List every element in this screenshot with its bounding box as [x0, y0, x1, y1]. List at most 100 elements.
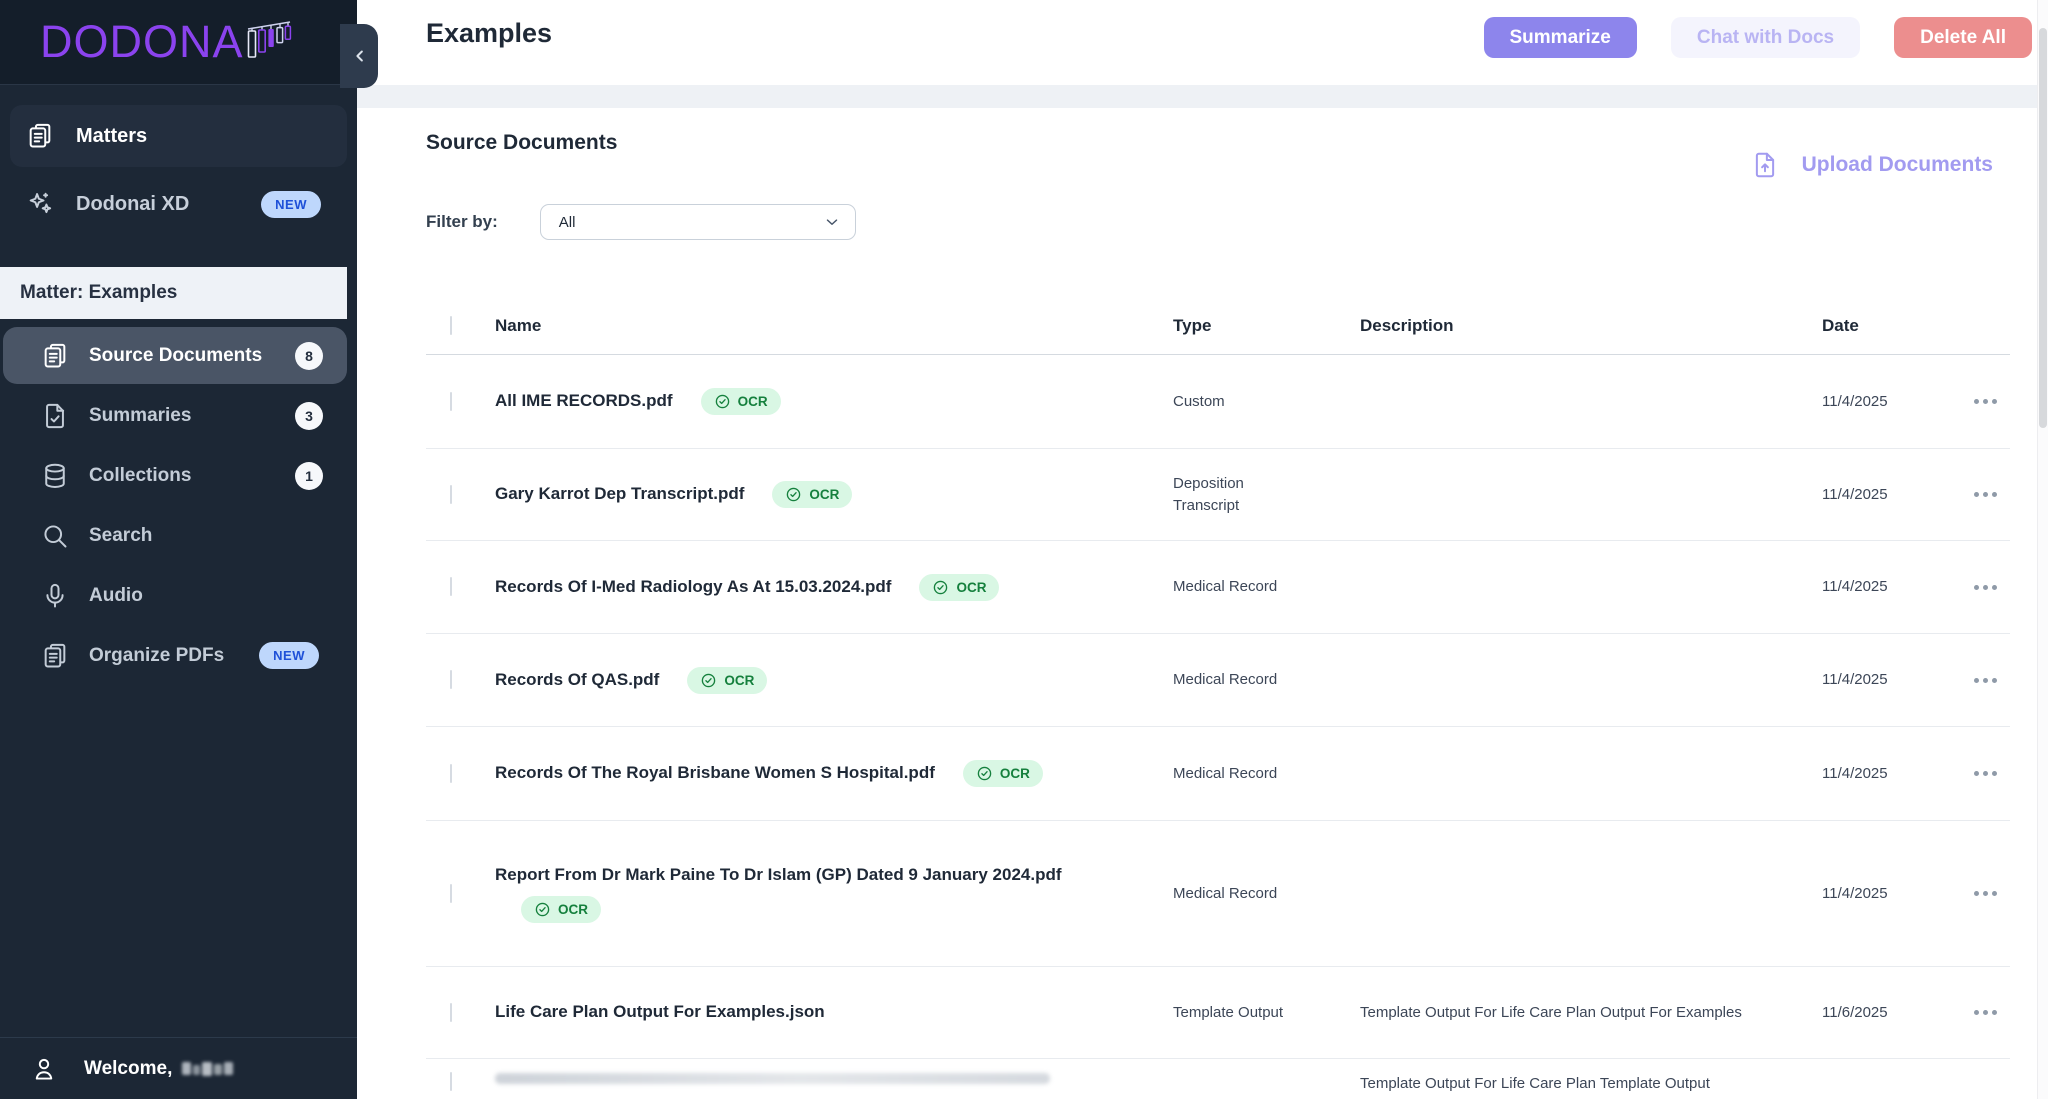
- count-badge: 1: [295, 462, 323, 490]
- scrollbar-thumb[interactable]: [2039, 28, 2047, 428]
- table-row: Report From Dr Mark Paine To Dr Islam (G…: [426, 821, 2010, 967]
- document-name[interactable]: All IME RECORDS.pdf: [495, 390, 673, 413]
- ocr-badge: OCR: [772, 481, 852, 508]
- ocr-badge-label: OCR: [1000, 766, 1030, 781]
- logo-text: DODONA: [40, 16, 244, 68]
- count-badge: 3: [295, 402, 323, 430]
- table-row: Records Of QAS.pdfOCRMedical Record11/4/…: [426, 634, 2010, 727]
- sidebar-item-organize-pdfs[interactable]: Organize PDFsNEW: [3, 627, 347, 684]
- welcome-row[interactable]: Welcome,: [0, 1037, 357, 1099]
- check-circle-icon: [534, 901, 551, 918]
- ocr-badge: OCR: [963, 760, 1043, 787]
- page-title: Examples: [426, 18, 552, 49]
- clipboard-icon: [41, 642, 69, 670]
- document-date: 11/4/2025: [1822, 484, 1962, 506]
- section-title: Source Documents: [426, 131, 617, 155]
- row-checkbox[interactable]: [450, 884, 452, 903]
- logo[interactable]: DODONA: [0, 0, 357, 85]
- select-all-checkbox[interactable]: [450, 316, 452, 335]
- document-name[interactable]: Gary Karrot Dep Transcript.pdf: [495, 483, 744, 506]
- delete-all-button[interactable]: Delete All: [1894, 17, 2032, 58]
- column-header-type: Type: [1173, 316, 1360, 336]
- column-header-name: Name: [482, 316, 1173, 336]
- sidebar-item-dodonai-xd[interactable]: Dodonai XD NEW: [10, 175, 347, 233]
- row-menu-button[interactable]: [1962, 678, 2010, 683]
- upload-documents-label: Upload Documents: [1802, 153, 1993, 177]
- document-type: Medical Record: [1173, 883, 1360, 905]
- document-type: Template Output: [1173, 1002, 1360, 1024]
- check-circle-icon: [700, 672, 717, 689]
- clipboard-icon: [41, 342, 69, 370]
- sidebar-item-label: Dodonai XD: [76, 193, 189, 216]
- document-date: 11/6/2025: [1822, 1002, 1962, 1024]
- sidebar: DODONA MattersDodonai XDNEW Matter: Exam…: [0, 0, 357, 1099]
- sidebar-item-collections[interactable]: Collections 1: [3, 447, 347, 504]
- document-name[interactable]: Records Of QAS.pdf: [495, 669, 659, 692]
- source-documents-table: Name Type Description Date All IME RECOR…: [426, 298, 2010, 1099]
- ocr-badge: OCR: [701, 388, 781, 415]
- new-badge: NEW: [261, 191, 321, 218]
- check-circle-icon: [932, 579, 949, 596]
- ocr-badge: OCR: [919, 574, 999, 601]
- check-circle-icon: [714, 393, 731, 410]
- document-name[interactable]: Report From Dr Mark Paine To Dr Islam (G…: [495, 864, 1062, 887]
- database-icon: [41, 462, 69, 490]
- table-header-row: Name Type Description Date: [426, 298, 2010, 355]
- row-menu-button[interactable]: [1962, 891, 2010, 896]
- document-name[interactable]: Records Of The Royal Brisbane Women S Ho…: [495, 762, 935, 785]
- document-name[interactable]: Life Care Plan Output For Examples.json: [495, 1001, 825, 1024]
- sidebar-item-label: Collections: [89, 465, 191, 487]
- user-icon: [30, 1055, 58, 1083]
- count-badge: 8: [295, 342, 323, 370]
- sparkles-icon: [26, 190, 54, 218]
- check-circle-icon: [785, 486, 802, 503]
- file-upload-icon: [1750, 150, 1780, 180]
- document-name[interactable]: Records Of I-Med Radiology As At 15.03.2…: [495, 576, 891, 599]
- table-row: Template Output For Life Care Plan Templ…: [426, 1059, 2010, 1099]
- upload-documents-link[interactable]: Upload Documents: [1750, 150, 1993, 180]
- sidebar-item-label: Organize PDFs: [89, 645, 224, 667]
- summarize-button[interactable]: Summarize: [1484, 17, 1637, 58]
- check-circle-icon: [976, 765, 993, 782]
- filter-dropdown[interactable]: All: [540, 204, 856, 240]
- row-checkbox[interactable]: [450, 1072, 452, 1091]
- table-row: Gary Karrot Dep Transcript.pdf OCR Deposit…: [426, 449, 2010, 541]
- document-date: 11/4/2025: [1822, 763, 1962, 785]
- row-checkbox[interactable]: [450, 392, 452, 411]
- ocr-badge-label: OCR: [956, 580, 986, 595]
- welcome-label: Welcome,: [84, 1058, 172, 1080]
- row-checkbox[interactable]: [450, 670, 452, 689]
- search-icon: [41, 522, 69, 550]
- sidebar-item-matters[interactable]: Matters: [10, 105, 347, 167]
- row-menu-button[interactable]: [1962, 492, 2010, 497]
- row-menu-button[interactable]: [1962, 1010, 2010, 1015]
- chat-with-docs-button[interactable]: Chat with Docs: [1671, 17, 1860, 58]
- header-buttons: Summarize Chat with Docs Delete All: [1484, 17, 2033, 58]
- page-scrollbar[interactable]: [2037, 0, 2048, 1099]
- sidebar-item-source-documents[interactable]: Source Documents 8: [3, 327, 347, 384]
- row-checkbox[interactable]: [450, 764, 452, 783]
- row-checkbox[interactable]: [450, 577, 452, 596]
- ocr-badge: OCR: [521, 896, 601, 923]
- sidebar-item-search[interactable]: Search: [3, 507, 347, 564]
- document-date: 11/4/2025: [1822, 576, 1962, 598]
- row-checkbox[interactable]: [450, 1003, 452, 1022]
- sidebar-collapse-button[interactable]: [340, 24, 378, 88]
- document-type: Deposition Transcript: [1173, 473, 1360, 517]
- clipboard-icon: [26, 122, 54, 150]
- row-menu-button[interactable]: [1962, 585, 2010, 590]
- document-date: 11/4/2025: [1822, 391, 1962, 413]
- row-checkbox[interactable]: [450, 485, 452, 504]
- document-name-redacted: [495, 1073, 1050, 1084]
- row-menu-button[interactable]: [1962, 771, 2010, 776]
- sidebar-item-summaries[interactable]: Summaries3: [3, 387, 347, 444]
- ocr-badge-label: OCR: [558, 902, 588, 917]
- sidebar-top-nav: Matters Dodonai XD NEW: [0, 85, 357, 233]
- sidebar-item-label: Matters: [76, 125, 147, 148]
- document-description: Template Output For Life Care Plan Templ…: [1360, 1073, 1822, 1095]
- sidebar-item-audio[interactable]: Audio: [3, 567, 347, 624]
- chevron-down-icon: [823, 213, 841, 231]
- sidebar-matter-nav: Source Documents 8 Summaries3 Collections 1 S…: [0, 319, 357, 687]
- sidebar-item-label: Source Documents: [89, 345, 262, 367]
- row-menu-button[interactable]: [1962, 399, 2010, 404]
